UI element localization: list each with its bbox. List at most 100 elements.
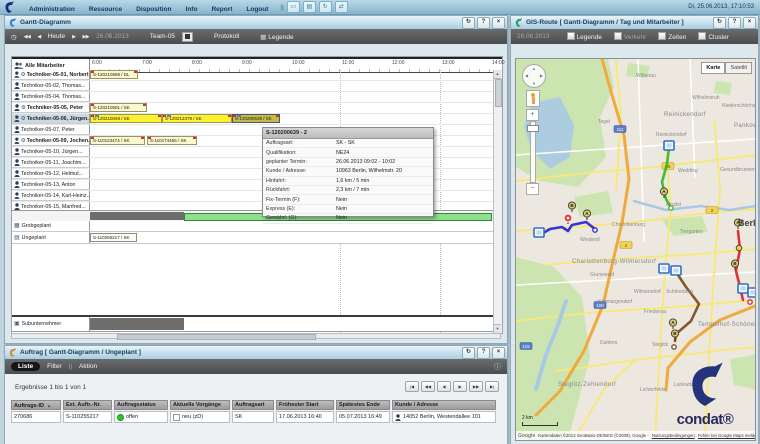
menu-logout[interactable]: Logout bbox=[246, 6, 268, 13]
column-header[interactable]: Auftragsart bbox=[232, 400, 274, 410]
menu-disposition[interactable]: Disposition bbox=[136, 6, 171, 13]
scroll-up-icon[interactable]: ▲ bbox=[494, 70, 501, 79]
column-header[interactable]: Auftragsstatus bbox=[114, 400, 168, 410]
gantt-bar[interactable]: S-110123474 / SK bbox=[90, 136, 145, 145]
unplanned-order-bar[interactable]: S-110255217 / SK bbox=[90, 233, 137, 242]
prev-page-button[interactable]: ◀ bbox=[437, 381, 451, 392]
refresh-icon[interactable]: ↻ bbox=[462, 17, 475, 29]
column-header[interactable]: Spätestes Ende bbox=[336, 400, 390, 410]
resource-name-cell[interactable]: Techniker-05-10, Jürgen... bbox=[12, 147, 90, 157]
map-option-zeiten[interactable]: Zeiten bbox=[658, 32, 686, 41]
fast-next-button[interactable]: ▶▶ bbox=[82, 34, 89, 40]
tab-liste[interactable]: Liste bbox=[11, 362, 40, 371]
pegman-control[interactable] bbox=[526, 90, 540, 107]
team-dropdown[interactable] bbox=[182, 32, 193, 42]
close-icon[interactable]: × bbox=[492, 17, 505, 29]
today-button[interactable]: Heute bbox=[48, 33, 65, 40]
resource-name-cell[interactable]: Techniker-05-11, Joachim... bbox=[12, 158, 90, 168]
protokoll-button[interactable]: Protokoll bbox=[214, 33, 239, 40]
zoom-slider-handle[interactable] bbox=[527, 125, 539, 132]
cell-auftragsstatus[interactable]: offen bbox=[114, 411, 168, 423]
menu-ressource[interactable]: Ressource bbox=[89, 6, 122, 13]
legende-toggle[interactable]: ▦ Legende bbox=[260, 33, 293, 41]
resource-name-cell[interactable]: Techniker-05-13, Anton bbox=[12, 180, 90, 190]
fast-prev-button[interactable]: ◀◀ bbox=[24, 34, 31, 40]
monitor-icon[interactable]: ▭ bbox=[287, 1, 300, 13]
resource-name-cell[interactable]: Techniker-05-07, Peter bbox=[12, 125, 90, 135]
gantt-row[interactable]: ⚙Techniker-05-05, PeterS-120210501 / SK bbox=[12, 103, 494, 114]
map-option-cluster[interactable]: Cluster bbox=[698, 32, 729, 41]
fast-next-page-button[interactable]: ▶▶ bbox=[469, 381, 483, 392]
gantt-row[interactable]: Techniker-05-02, Thomas... bbox=[12, 81, 494, 92]
report-error-link[interactable]: Fehler bei Google Maps melden bbox=[698, 433, 755, 438]
map-type-satellit[interactable]: Satellit bbox=[725, 62, 752, 74]
resource-name-cell[interactable]: Techniker-05-14, Karl-Heinz... bbox=[12, 191, 90, 201]
zoom-out-button[interactable]: − bbox=[526, 183, 539, 195]
resource-name-cell[interactable]: Techniker-05-04, Thomas... bbox=[12, 92, 90, 102]
vertical-scrollbar[interactable]: ▲ ▼ bbox=[493, 70, 502, 333]
help-icon[interactable]: ? bbox=[477, 347, 490, 359]
section-ungeplant[interactable]: ▤ Ungeplant S-110255217 / SK bbox=[12, 232, 494, 244]
team-select-label[interactable]: Team-05 bbox=[150, 33, 175, 40]
gantt-bar[interactable]: S-110174455 / SK bbox=[147, 136, 197, 145]
tab-filter[interactable]: Filter bbox=[47, 363, 61, 370]
vertical-scroll-thumb[interactable] bbox=[495, 79, 502, 107]
refresh-icon[interactable]: ↻ bbox=[713, 17, 726, 29]
resource-name-cell[interactable]: ⚙Techniker-05-01, Norbert... bbox=[12, 70, 90, 80]
gantt-bar[interactable]: S-120200639 / SK bbox=[232, 114, 280, 123]
terms-link[interactable]: Nutzungsbedingungen bbox=[652, 433, 695, 438]
help-icon[interactable]: ? bbox=[477, 17, 490, 29]
table-row[interactable]: 270686S-110255217offenneu (zD)SK17.06.20… bbox=[11, 411, 501, 423]
first-page-button[interactable]: |◀ bbox=[405, 381, 419, 392]
gantt-row[interactable]: ⚙Techniker-05-06, Jürgen...S-120210049 /… bbox=[12, 114, 494, 125]
pan-left-icon[interactable]: ◀ bbox=[525, 73, 528, 78]
cell-fruehester-start[interactable]: 17.06.2013 16:40 bbox=[276, 411, 334, 423]
horizontal-scrollbar[interactable] bbox=[11, 333, 501, 339]
pan-up-icon[interactable]: ▲ bbox=[532, 66, 536, 71]
next-page-button[interactable]: ▶ bbox=[453, 381, 467, 392]
column-header[interactable]: Frühester Start bbox=[276, 400, 334, 410]
resource-name-cell[interactable]: ⚙Techniker-05-06, Jürgen... bbox=[12, 114, 90, 124]
horizontal-scroll-thumb[interactable] bbox=[117, 334, 316, 340]
cell-auftragsart[interactable]: SK bbox=[232, 411, 274, 423]
menu-report[interactable]: Report bbox=[211, 6, 232, 13]
resource-name-cell[interactable]: Techniker-05-12, Helmut... bbox=[12, 169, 90, 179]
map-canvas[interactable]: 1111001159621ABAABABWittenauWilhelmsruhN… bbox=[515, 58, 756, 441]
cell-ext-auftr-nr[interactable]: S-110255217 bbox=[63, 411, 112, 423]
pan-down-icon[interactable]: ▼ bbox=[532, 81, 536, 86]
vorgang-checkbox[interactable] bbox=[173, 414, 180, 421]
zoom-in-button[interactable]: + bbox=[526, 109, 539, 121]
last-page-button[interactable]: ▶| bbox=[485, 381, 499, 392]
gantt-bar[interactable]: S-120210501 / SK bbox=[90, 103, 147, 112]
time-icon[interactable]: ◷ bbox=[11, 33, 17, 41]
column-header[interactable]: Ext. Auftr.-Nr. bbox=[63, 400, 112, 410]
resource-name-cell[interactable]: ⚙Techniker-05-05, Peter bbox=[12, 103, 90, 113]
prev-button[interactable]: ◀ bbox=[37, 34, 40, 40]
fast-prev-page-button[interactable]: ◀◀ bbox=[421, 381, 435, 392]
section-subunternehmer[interactable]: ▣ Subunternehmer bbox=[12, 315, 494, 332]
map-type-karte[interactable]: Karte bbox=[701, 62, 725, 74]
menu-info[interactable]: Info bbox=[186, 6, 198, 13]
map-option-legende[interactable]: Legende bbox=[567, 32, 602, 41]
resource-name-cell[interactable]: ⚙Techniker-05-09, Jochen... bbox=[12, 136, 90, 146]
close-icon[interactable]: × bbox=[492, 347, 505, 359]
pan-right-icon[interactable]: ▶ bbox=[540, 73, 543, 78]
cell-aktuelle-vorgaenge[interactable]: neu (zD) bbox=[170, 411, 230, 423]
resource-name-cell[interactable]: Techniker-05-02, Thomas... bbox=[12, 81, 90, 91]
info-icon[interactable]: ⓘ bbox=[494, 362, 501, 372]
refresh-icon[interactable]: ↻ bbox=[462, 347, 475, 359]
help-icon[interactable]: ? bbox=[728, 17, 741, 29]
next-button[interactable]: ▶ bbox=[72, 34, 75, 40]
printer-icon[interactable]: ▤ bbox=[303, 1, 316, 13]
gantt-row[interactable]: ⚙Techniker-05-01, Norbert...S-120210658 … bbox=[12, 70, 494, 81]
gantt-bar[interactable]: S-120210049 / SK bbox=[90, 114, 162, 123]
cell-spaetestes-ende[interactable]: 05.07.2013 16:49 bbox=[336, 411, 390, 423]
refresh-window-icon[interactable]: ↻ bbox=[319, 1, 332, 13]
scroll-down-icon[interactable]: ▼ bbox=[494, 324, 501, 333]
column-header[interactable]: Aktuelle Vorgänge bbox=[170, 400, 230, 410]
transfer-icon[interactable]: ⇄ bbox=[335, 1, 348, 13]
tab-aktion[interactable]: Aktion bbox=[79, 363, 97, 370]
close-icon[interactable]: × bbox=[743, 17, 756, 29]
menu-administration[interactable]: Administration bbox=[29, 6, 75, 13]
map-option-verkehr[interactable]: Verkehr bbox=[614, 32, 646, 41]
